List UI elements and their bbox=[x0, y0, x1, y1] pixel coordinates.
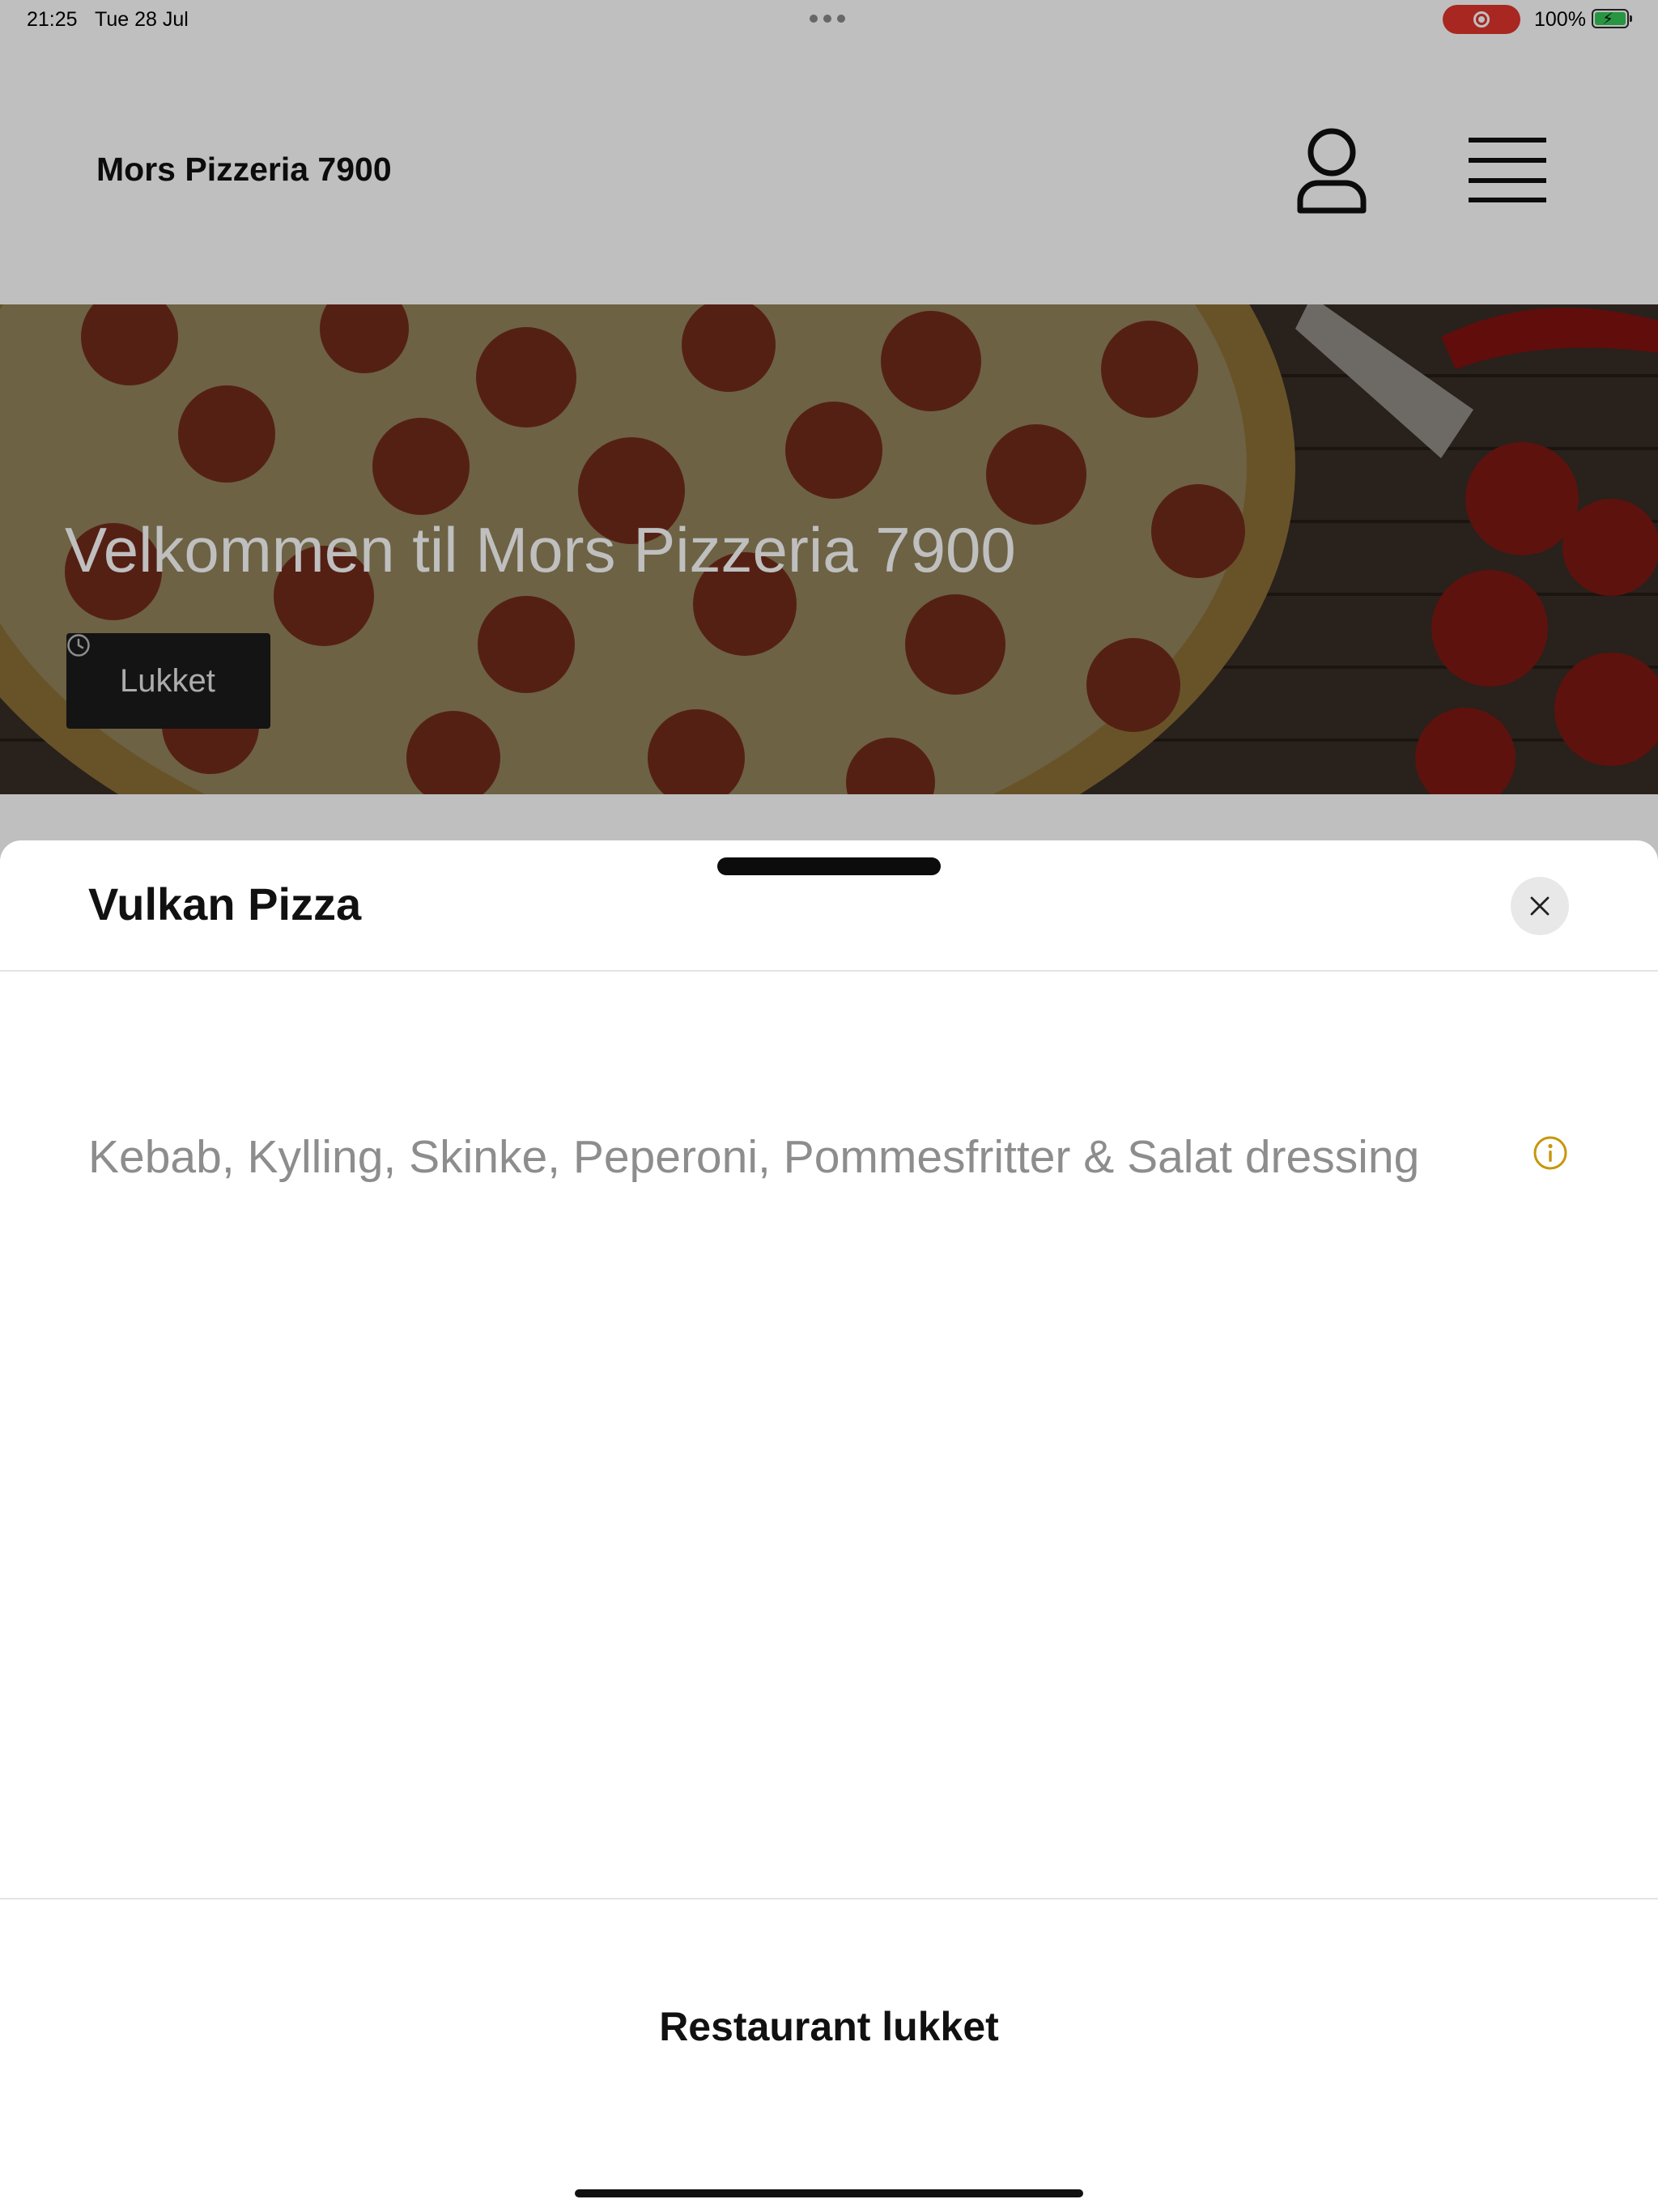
sheet-grabber-handle[interactable] bbox=[717, 857, 941, 875]
info-icon[interactable] bbox=[1533, 1135, 1568, 1175]
sheet-header-divider bbox=[0, 970, 1658, 972]
product-title: Vulkan Pizza bbox=[88, 878, 362, 929]
restaurant-closed-button[interactable]: Restaurant lukket bbox=[0, 2003, 1658, 2050]
home-indicator[interactable] bbox=[575, 2189, 1083, 2197]
close-button[interactable] bbox=[1511, 877, 1569, 935]
app-screen: 21:25 Tue 28 Jul 100% ⚡ Mors Pizzeria 79… bbox=[0, 0, 1658, 2212]
sheet-footer-divider bbox=[0, 1898, 1658, 1899]
product-sheet: Vulkan Pizza Kebab, Kylling, Skinke, Pep… bbox=[0, 840, 1658, 2212]
product-description: Kebab, Kylling, Skinke, Peperoni, Pommes… bbox=[88, 1131, 1420, 1183]
close-icon bbox=[1530, 896, 1550, 916]
